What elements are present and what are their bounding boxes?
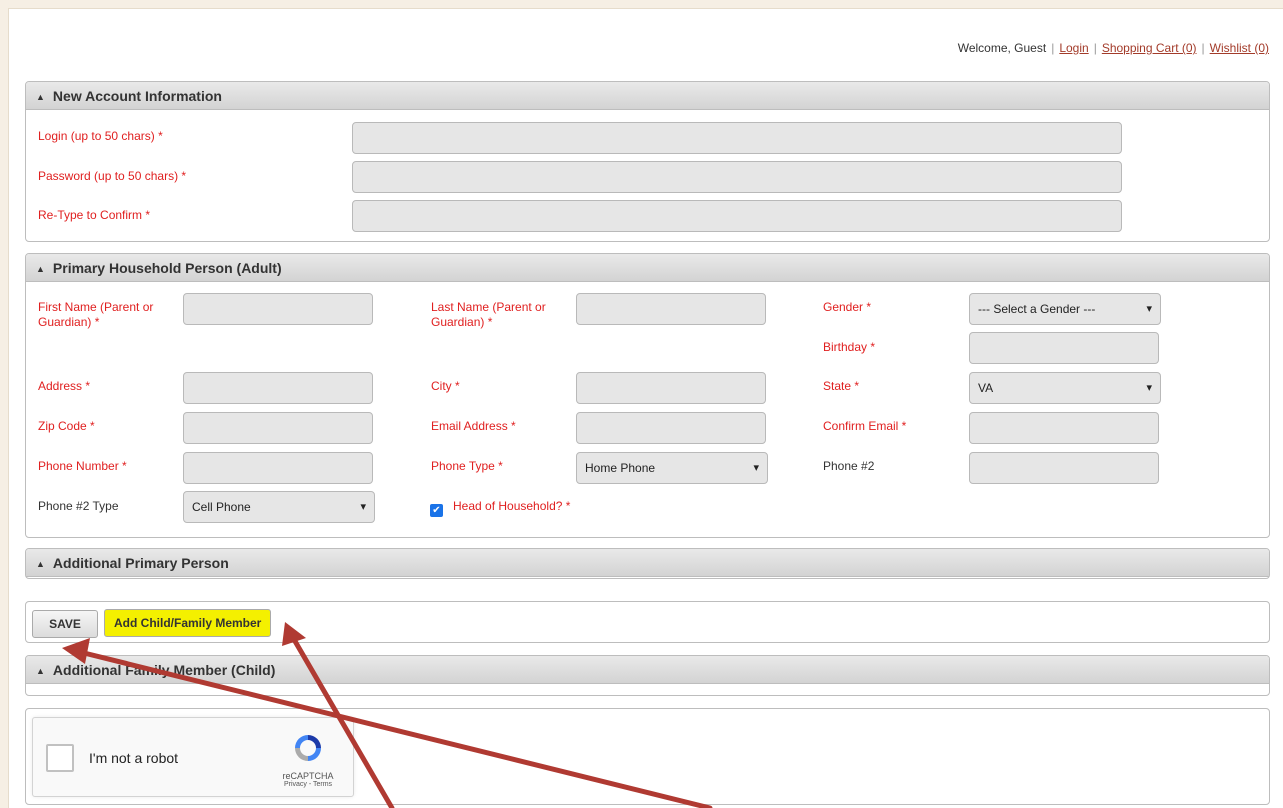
user-nav: Welcome, Guest | Login | Shopping Cart (0) | W…: [958, 41, 1269, 55]
phone-type-label: Phone Type *: [431, 459, 503, 473]
collapse-triangle-icon: ▲: [36, 264, 45, 274]
panel-title: Additional Family Member (Child): [52, 662, 276, 678]
zip-code-input[interactable]: [183, 412, 373, 444]
retype-password-input[interactable]: [352, 200, 1122, 232]
separator: |: [1093, 41, 1097, 55]
gender-select-value: --- Select a Gender ---: [978, 302, 1096, 316]
confirm-email-label: Confirm Email *: [823, 419, 907, 433]
panel-title: Primary Household Person (Adult): [52, 260, 282, 276]
panel-additional-primary: ▲ Additional Primary Person: [25, 548, 1270, 579]
chevron-down-icon: ▾: [753, 462, 759, 474]
page: Welcome, Guest | Login | Shopping Cart (0) | W…: [8, 8, 1283, 808]
wishlist-link[interactable]: Wishlist (0): [1210, 41, 1269, 55]
login-input[interactable]: [352, 122, 1122, 154]
state-select[interactable]: VA ▾: [969, 372, 1161, 404]
first-name-label: First Name (Parent or Guardian) *: [38, 300, 154, 329]
checkmark-icon: ✔: [432, 505, 441, 516]
panel-header-additional-primary[interactable]: ▲ Additional Primary Person: [26, 549, 1269, 577]
last-name-label: Last Name (Parent or Guardian) *: [431, 300, 546, 329]
collapse-triangle-icon: ▲: [36, 559, 45, 569]
phone-type-select[interactable]: Home Phone ▾: [576, 452, 768, 484]
panel-header-additional-child[interactable]: ▲ Additional Family Member (Child): [26, 656, 1269, 684]
phone2-type-select-value: Cell Phone: [192, 500, 251, 514]
panel-title: Additional Primary Person: [52, 555, 229, 571]
panel-title: New Account Information: [52, 88, 222, 104]
address-input[interactable]: [183, 372, 373, 404]
state-select-value: VA: [978, 381, 994, 395]
add-child-family-member-button[interactable]: Add Child/Family Member: [104, 609, 272, 637]
last-name-input[interactable]: [576, 293, 766, 325]
phone2-type-label: Phone #2 Type: [38, 499, 119, 513]
save-button[interactable]: SAVE: [32, 610, 98, 638]
birthday-label: Birthday *: [823, 340, 876, 354]
password-label: Password (up to 50 chars) *: [38, 169, 187, 183]
first-name-input[interactable]: [183, 293, 373, 325]
birthday-input[interactable]: [969, 332, 1159, 364]
actions-panel: SAVE Add Child/Family Member: [25, 601, 1270, 643]
phone2-input[interactable]: [969, 452, 1159, 484]
shopping-cart-link[interactable]: Shopping Cart (0): [1102, 41, 1197, 55]
recaptcha-brand: reCAPTCHA Privacy - Terms: [273, 732, 343, 788]
phone-number-input[interactable]: [183, 452, 373, 484]
gender-label: Gender *: [823, 300, 872, 314]
head-of-household-label: Head of Household? *: [453, 499, 571, 513]
zip-code-label: Zip Code *: [38, 419, 95, 433]
captcha-panel: I'm not a robot reCAPTCHA Privacy - Term…: [25, 708, 1270, 805]
gender-select[interactable]: --- Select a Gender --- ▾: [969, 293, 1161, 325]
welcome-text: Welcome, Guest: [957, 41, 1047, 55]
collapse-triangle-icon: ▲: [36, 92, 45, 102]
panel-additional-child: ▲ Additional Family Member (Child): [25, 655, 1270, 696]
confirm-email-input[interactable]: [969, 412, 1159, 444]
chevron-down-icon: ▾: [1146, 303, 1152, 315]
phone-number-label: Phone Number *: [38, 459, 127, 473]
phone2-label: Phone #2: [823, 459, 875, 473]
panel-header-new-account[interactable]: ▲ New Account Information: [26, 82, 1269, 110]
city-label: City *: [431, 379, 460, 393]
email-label: Email Address *: [431, 419, 516, 433]
recaptcha-checkbox[interactable]: [46, 744, 74, 772]
separator: |: [1051, 41, 1055, 55]
password-input[interactable]: [352, 161, 1122, 193]
login-label: Login (up to 50 chars) *: [38, 129, 163, 143]
panel-new-account: ▲ New Account Information Login (up to 50…: [25, 81, 1270, 242]
login-link[interactable]: Login: [1059, 41, 1088, 55]
recaptcha-label: I'm not a robot: [89, 750, 179, 766]
recaptcha-privacy-terms: Privacy - Terms: [283, 781, 333, 788]
city-input[interactable]: [576, 372, 766, 404]
panel-header-primary-household[interactable]: ▲ Primary Household Person (Adult): [26, 254, 1269, 282]
panel-primary-household: ▲ Primary Household Person (Adult) First …: [25, 253, 1270, 538]
recaptcha-brand-text: reCAPTCHA: [282, 771, 334, 781]
retype-password-label: Re-Type to Confirm *: [38, 208, 151, 222]
chevron-down-icon: ▾: [1146, 382, 1152, 394]
separator: |: [1201, 41, 1205, 55]
head-of-household-checkbox[interactable]: ✔: [430, 504, 443, 517]
recaptcha-widget: I'm not a robot reCAPTCHA Privacy - Term…: [32, 717, 354, 797]
phone2-type-select[interactable]: Cell Phone ▾: [183, 491, 375, 523]
state-label: State *: [823, 379, 860, 393]
phone-type-select-value: Home Phone: [585, 461, 656, 475]
collapse-triangle-icon: ▲: [36, 666, 45, 676]
email-input[interactable]: [576, 412, 766, 444]
chevron-down-icon: ▾: [360, 501, 366, 513]
recaptcha-logo-icon: [295, 735, 321, 761]
address-label: Address *: [38, 379, 91, 393]
